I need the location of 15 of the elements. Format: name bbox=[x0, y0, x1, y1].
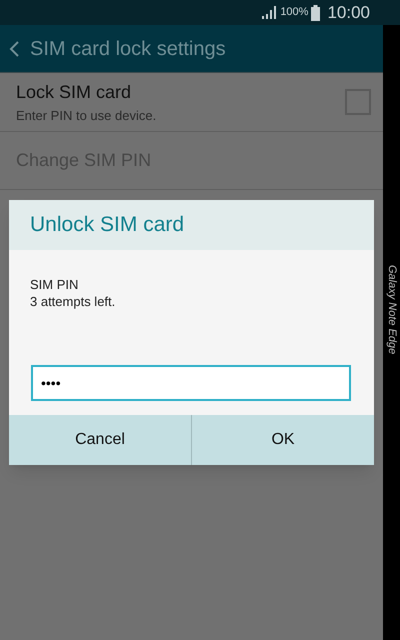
screen-title: SIM card lock settings bbox=[30, 36, 226, 62]
setting-title: Lock SIM card bbox=[16, 80, 132, 104]
setting-subtitle: Enter PIN to use device. bbox=[16, 106, 156, 125]
settings-row[interactable]: Lock SIM card Enter PIN to use device. bbox=[0, 73, 383, 132]
dialog-button[interactable]: OK bbox=[191, 415, 374, 465]
dialog-button[interactable]: Cancel bbox=[9, 415, 191, 465]
clock: 10:00 bbox=[327, 2, 370, 24]
edge-label: Galaxy Note Edge bbox=[384, 265, 399, 356]
pin-field[interactable]: •••• bbox=[31, 365, 351, 401]
dialog-title: Unlock SIM card bbox=[30, 212, 184, 238]
signal-icon bbox=[261, 6, 278, 20]
dialog-message: SIM PIN bbox=[30, 276, 80, 293]
battery-percent: 100% bbox=[280, 5, 308, 20]
battery-icon bbox=[311, 4, 320, 20]
dialog-message: 3 attempts left. bbox=[30, 293, 116, 310]
